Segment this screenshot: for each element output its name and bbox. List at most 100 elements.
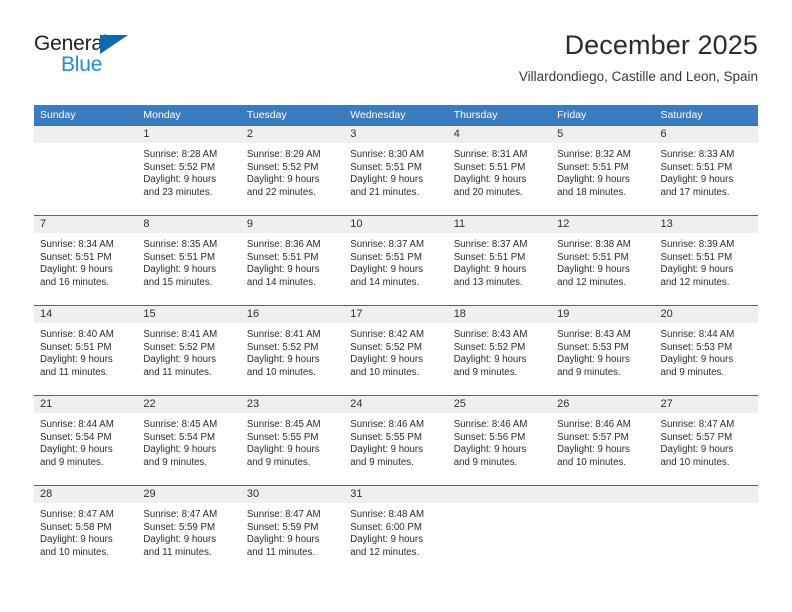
day-details [448, 503, 551, 509]
day-details: Sunrise: 8:30 AM Sunset: 5:51 PM Dayligh… [350, 149, 425, 198]
day-number: 13 [654, 216, 758, 233]
day-number: 5 [551, 126, 655, 143]
calendar-grid: Sunday Monday Tuesday Wednesday Thursday… [34, 105, 758, 573]
day-details: Sunrise: 8:43 AM Sunset: 5:52 PM Dayligh… [453, 329, 528, 378]
weekday-header-row: Sunday Monday Tuesday Wednesday Thursday… [34, 105, 758, 125]
day-details: Sunrise: 8:36 AM Sunset: 5:51 PM Dayligh… [246, 239, 321, 288]
day-cell[interactable]: 25 Sunrise: 8:46 AM Sunset: 5:56 PM Dayl… [447, 396, 552, 485]
day-number: 6 [654, 126, 758, 143]
day-number: 7 [34, 216, 138, 233]
day-cell[interactable]: 13 Sunrise: 8:39 AM Sunset: 5:51 PM Dayl… [654, 216, 758, 305]
day-number: 24 [344, 396, 448, 413]
day-details: Sunrise: 8:46 AM Sunset: 5:55 PM Dayligh… [350, 419, 425, 468]
day-number: 4 [447, 126, 552, 143]
weekday-header-monday: Monday [143, 109, 181, 121]
day-cell[interactable]: 12 Sunrise: 8:38 AM Sunset: 5:51 PM Dayl… [551, 216, 655, 305]
day-details: Sunrise: 8:40 AM Sunset: 5:51 PM Dayligh… [40, 329, 114, 378]
day-cell[interactable]: 17 Sunrise: 8:42 AM Sunset: 5:52 PM Dayl… [344, 306, 448, 395]
day-details: Sunrise: 8:39 AM Sunset: 5:51 PM Dayligh… [660, 239, 735, 288]
day-cell[interactable]: 8 Sunrise: 8:35 AM Sunset: 5:51 PM Dayli… [137, 216, 241, 305]
day-cell[interactable]: 27 Sunrise: 8:47 AM Sunset: 5:57 PM Dayl… [654, 396, 758, 485]
day-details: Sunrise: 8:47 AM Sunset: 5:59 PM Dayligh… [246, 509, 321, 558]
day-number [551, 486, 655, 503]
logo-text-blue: Blue [61, 53, 103, 76]
day-cell[interactable]: 11 Sunrise: 8:37 AM Sunset: 5:51 PM Dayl… [447, 216, 552, 305]
day-cell [551, 486, 655, 573]
day-details: Sunrise: 8:47 AM Sunset: 5:57 PM Dayligh… [660, 419, 735, 468]
day-number: 3 [344, 126, 448, 143]
weekday-header-sunday: Sunday [40, 109, 76, 121]
day-cell[interactable]: 14 Sunrise: 8:40 AM Sunset: 5:51 PM Dayl… [34, 306, 138, 395]
day-cell[interactable]: 5 Sunrise: 8:32 AM Sunset: 5:51 PM Dayli… [551, 126, 655, 215]
day-cell[interactable]: 24 Sunrise: 8:46 AM Sunset: 5:55 PM Dayl… [344, 396, 448, 485]
day-number: 31 [344, 486, 448, 503]
day-number: 21 [34, 396, 138, 413]
day-details: Sunrise: 8:38 AM Sunset: 5:51 PM Dayligh… [557, 239, 631, 288]
day-cell[interactable]: 20 Sunrise: 8:44 AM Sunset: 5:53 PM Dayl… [654, 306, 758, 395]
page-subtitle: Villardondiego, Castille and Leon, Spain [518, 69, 758, 84]
day-cell[interactable]: 23 Sunrise: 8:45 AM Sunset: 5:55 PM Dayl… [240, 396, 345, 485]
day-details: Sunrise: 8:45 AM Sunset: 5:54 PM Dayligh… [143, 419, 218, 468]
day-cell[interactable]: 2 Sunrise: 8:29 AM Sunset: 5:52 PM Dayli… [240, 126, 345, 215]
day-number: 28 [34, 486, 138, 503]
day-number [447, 486, 552, 503]
day-number: 2 [240, 126, 345, 143]
day-cell[interactable]: 4 Sunrise: 8:31 AM Sunset: 5:51 PM Dayli… [447, 126, 552, 215]
day-cell[interactable]: 30 Sunrise: 8:47 AM Sunset: 5:59 PM Dayl… [240, 486, 345, 573]
day-cell[interactable]: 21 Sunrise: 8:44 AM Sunset: 5:54 PM Dayl… [34, 396, 138, 485]
day-number: 29 [137, 486, 241, 503]
week-row: 1 Sunrise: 8:28 AM Sunset: 5:52 PM Dayli… [34, 125, 758, 215]
day-cell[interactable]: 18 Sunrise: 8:43 AM Sunset: 5:52 PM Dayl… [447, 306, 552, 395]
day-number: 18 [447, 306, 552, 323]
day-details: Sunrise: 8:44 AM Sunset: 5:53 PM Dayligh… [660, 329, 735, 378]
day-number: 22 [137, 396, 241, 413]
weekday-header-saturday: Saturday [660, 109, 703, 121]
day-number: 11 [447, 216, 552, 233]
day-number [654, 486, 758, 503]
day-details: Sunrise: 8:43 AM Sunset: 5:53 PM Dayligh… [557, 329, 631, 378]
day-number: 17 [344, 306, 448, 323]
day-details: Sunrise: 8:41 AM Sunset: 5:52 PM Dayligh… [246, 329, 321, 378]
day-details: Sunrise: 8:42 AM Sunset: 5:52 PM Dayligh… [350, 329, 425, 378]
day-cell[interactable]: 9 Sunrise: 8:36 AM Sunset: 5:51 PM Dayli… [240, 216, 345, 305]
day-cell[interactable]: 7 Sunrise: 8:34 AM Sunset: 5:51 PM Dayli… [34, 216, 138, 305]
day-number: 1 [137, 126, 241, 143]
day-details: Sunrise: 8:37 AM Sunset: 5:51 PM Dayligh… [453, 239, 528, 288]
day-cell [34, 126, 138, 215]
day-cell[interactable]: 6 Sunrise: 8:33 AM Sunset: 5:51 PM Dayli… [654, 126, 758, 215]
triangle-icon [100, 35, 128, 54]
day-cell[interactable]: 1 Sunrise: 8:28 AM Sunset: 5:52 PM Dayli… [137, 126, 241, 215]
day-details: Sunrise: 8:46 AM Sunset: 5:56 PM Dayligh… [453, 419, 528, 468]
day-details [551, 503, 654, 509]
day-cell[interactable]: 16 Sunrise: 8:41 AM Sunset: 5:52 PM Dayl… [240, 306, 345, 395]
day-details: Sunrise: 8:48 AM Sunset: 6:00 PM Dayligh… [350, 509, 425, 558]
day-cell[interactable]: 10 Sunrise: 8:37 AM Sunset: 5:51 PM Dayl… [344, 216, 448, 305]
day-number: 9 [240, 216, 345, 233]
day-cell[interactable]: 22 Sunrise: 8:45 AM Sunset: 5:54 PM Dayl… [137, 396, 241, 485]
day-number: 12 [551, 216, 655, 233]
day-cell[interactable]: 29 Sunrise: 8:47 AM Sunset: 5:59 PM Dayl… [137, 486, 241, 573]
day-details: Sunrise: 8:46 AM Sunset: 5:57 PM Dayligh… [557, 419, 631, 468]
weekday-header-thursday: Thursday [453, 109, 498, 121]
day-details [655, 503, 758, 509]
day-cell[interactable]: 28 Sunrise: 8:47 AM Sunset: 5:58 PM Dayl… [34, 486, 138, 573]
weekday-header-tuesday: Tuesday [246, 109, 287, 121]
page-title: December 2025 [564, 30, 758, 60]
day-cell [447, 486, 552, 573]
calendar-page: General Blue December 2025 Villardondieg… [0, 0, 792, 612]
day-cell[interactable]: 3 Sunrise: 8:30 AM Sunset: 5:51 PM Dayli… [344, 126, 448, 215]
day-cell[interactable]: 26 Sunrise: 8:46 AM Sunset: 5:57 PM Dayl… [551, 396, 655, 485]
day-details: Sunrise: 8:28 AM Sunset: 5:52 PM Dayligh… [143, 149, 218, 198]
day-cell[interactable]: 31 Sunrise: 8:48 AM Sunset: 6:00 PM Dayl… [344, 486, 448, 573]
day-number: 10 [344, 216, 448, 233]
day-number: 8 [137, 216, 241, 233]
day-number: 23 [240, 396, 345, 413]
title-block: December 2025 Villardondiego, Castille a… [519, 28, 758, 87]
day-details: Sunrise: 8:32 AM Sunset: 5:51 PM Dayligh… [557, 149, 631, 198]
generalblue-logo[interactable]: General Blue [34, 32, 214, 88]
day-number: 19 [551, 306, 655, 323]
day-cell[interactable]: 15 Sunrise: 8:41 AM Sunset: 5:52 PM Dayl… [137, 306, 241, 395]
day-details [34, 143, 137, 149]
week-row: 28 Sunrise: 8:47 AM Sunset: 5:58 PM Dayl… [34, 485, 758, 573]
day-cell[interactable]: 19 Sunrise: 8:43 AM Sunset: 5:53 PM Dayl… [551, 306, 655, 395]
